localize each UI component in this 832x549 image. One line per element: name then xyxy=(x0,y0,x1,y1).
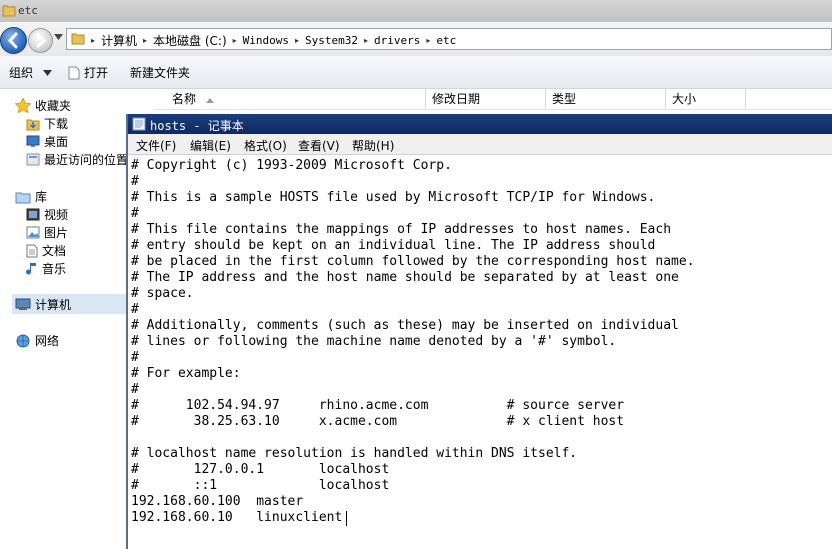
document-icon xyxy=(26,244,38,257)
download-folder-icon xyxy=(26,119,40,130)
recent-places-icon xyxy=(26,153,40,166)
hosts-file-content[interactable]: # Copyright (c) 1993-2009 Microsoft Corp… xyxy=(131,158,695,526)
computer-icon xyxy=(15,298,31,310)
chevron-down-icon xyxy=(43,69,53,76)
chevron-right-icon: ▸ xyxy=(426,36,431,45)
nav-videos-label: 视频 xyxy=(44,208,69,222)
breadcrumb-computer[interactable]: 计算机 xyxy=(101,32,137,49)
column-size-label: 大小 xyxy=(672,92,697,106)
open-button[interactable]: 打开 xyxy=(68,64,108,81)
chevron-right-icon: ▸ xyxy=(91,36,96,45)
desktop-icon xyxy=(26,135,40,147)
new-folder-button[interactable]: 新建文件夹 xyxy=(130,64,190,81)
notepad-icon xyxy=(132,117,146,131)
nav-network[interactable]: 网络 xyxy=(15,332,59,349)
back-button[interactable] xyxy=(0,27,27,54)
explorer-toolbar: 组织 打开 新建文件夹 xyxy=(0,56,832,89)
notepad-title-bar[interactable]: hosts - 记事本 xyxy=(128,114,832,134)
explorer-title-bar[interactable]: etc xyxy=(0,0,832,23)
text-caret xyxy=(346,511,347,526)
arrow-right-icon xyxy=(36,33,47,48)
menu-edit[interactable]: 编辑(E) xyxy=(190,137,231,154)
address-bar-area: ▸ 计算机 ▸ 本地磁盘 (C:) ▸ Windows ▸ System32 ▸… xyxy=(0,22,832,56)
nav-favorites[interactable]: 收藏夹 xyxy=(15,97,71,114)
nav-desktop[interactable]: 桌面 xyxy=(26,133,68,150)
breadcrumb-windows[interactable]: Windows xyxy=(243,34,289,47)
nav-downloads-label: 下载 xyxy=(44,117,69,131)
nav-videos[interactable]: 视频 xyxy=(26,206,68,223)
nav-documents-label: 文档 xyxy=(42,244,67,258)
menu-help[interactable]: 帮助(H) xyxy=(352,137,394,154)
notepad-menu-bar: 文件(F) 编辑(E) 格式(O) 查看(V) 帮助(H) xyxy=(128,134,832,155)
new-folder-label: 新建文件夹 xyxy=(130,66,191,80)
arrow-left-icon xyxy=(7,32,18,49)
library-icon xyxy=(15,192,31,203)
chevron-right-icon: ▸ xyxy=(295,36,300,45)
organize-label: 组织 xyxy=(9,66,34,80)
column-date-modified[interactable]: 修改日期 xyxy=(426,89,546,109)
column-date-label: 修改日期 xyxy=(432,92,481,106)
notepad-text-area[interactable]: # Copyright (c) 1993-2009 Microsoft Corp… xyxy=(128,156,832,549)
file-list-header: 名称 修改日期 类型 大小 xyxy=(154,89,832,110)
notepad-window: hosts - 记事本 文件(F) 编辑(E) 格式(O) 查看(V) 帮助(H… xyxy=(126,114,832,549)
nav-computer-label: 计算机 xyxy=(35,298,72,312)
network-icon xyxy=(16,334,30,347)
chevron-right-icon: ▸ xyxy=(364,36,369,45)
sort-up-icon xyxy=(205,98,214,103)
nav-recent-places[interactable]: 最近访问的位置 xyxy=(26,151,128,168)
breadcrumb-local-disk[interactable]: 本地磁盘 (C:) xyxy=(153,32,227,49)
breadcrumb-system32[interactable]: System32 xyxy=(305,34,358,47)
folder-icon xyxy=(2,5,16,17)
forward-button[interactable] xyxy=(28,28,53,53)
open-label: 打开 xyxy=(84,66,109,80)
folder-icon xyxy=(71,33,85,45)
menu-file[interactable]: 文件(F) xyxy=(136,137,176,154)
chevron-right-icon: ▸ xyxy=(143,36,148,45)
nav-network-label: 网络 xyxy=(35,334,60,348)
picture-icon xyxy=(26,226,40,239)
nav-computer[interactable]: 计算机 xyxy=(15,296,71,313)
notepad-title: hosts - 记事本 xyxy=(150,119,244,133)
organize-button[interactable]: 组织 xyxy=(9,64,53,81)
explorer-title: etc xyxy=(18,4,38,17)
nav-pictures-label: 图片 xyxy=(44,226,69,240)
menu-format[interactable]: 格式(O) xyxy=(244,137,287,154)
column-type-label: 类型 xyxy=(552,92,577,106)
recent-pages-dropdown-icon[interactable] xyxy=(54,34,63,40)
document-icon xyxy=(68,66,80,79)
breadcrumb-etc[interactable]: etc xyxy=(436,34,456,47)
nav-libraries-label: 库 xyxy=(35,190,48,204)
nav-libraries[interactable]: 库 xyxy=(15,188,47,205)
column-type[interactable]: 类型 xyxy=(546,89,666,109)
address-box[interactable]: ▸ 计算机 ▸ 本地磁盘 (C:) ▸ Windows ▸ System32 ▸… xyxy=(66,28,832,50)
music-note-icon xyxy=(26,262,36,274)
nav-downloads[interactable]: 下载 xyxy=(26,115,68,132)
nav-favorites-label: 收藏夹 xyxy=(35,99,72,113)
video-icon xyxy=(26,208,40,221)
breadcrumb-drivers[interactable]: drivers xyxy=(374,34,420,47)
column-size[interactable]: 大小 xyxy=(666,89,746,109)
column-name-label: 名称 xyxy=(172,92,197,106)
nav-desktop-label: 桌面 xyxy=(44,135,69,149)
nav-recent-label: 最近访问的位置 xyxy=(44,153,129,167)
chevron-right-icon: ▸ xyxy=(232,36,237,45)
column-name[interactable]: 名称 xyxy=(164,89,426,109)
nav-documents[interactable]: 文档 xyxy=(26,242,66,259)
menu-view[interactable]: 查看(V) xyxy=(298,137,340,154)
nav-music[interactable]: 音乐 xyxy=(26,260,66,277)
star-icon xyxy=(15,98,31,113)
breadcrumb: ▸ 计算机 ▸ 本地磁盘 (C:) ▸ Windows ▸ System32 ▸… xyxy=(91,32,456,49)
nav-music-label: 音乐 xyxy=(42,262,67,276)
nav-pictures[interactable]: 图片 xyxy=(26,224,68,241)
